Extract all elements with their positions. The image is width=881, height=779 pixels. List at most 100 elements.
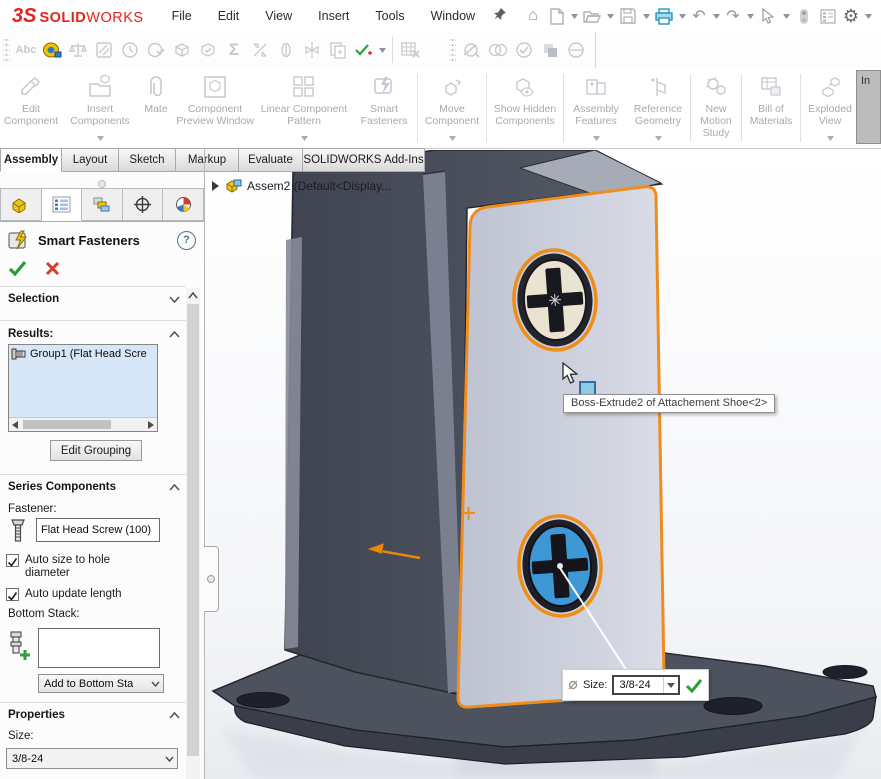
print-icon[interactable] xyxy=(653,4,675,28)
panel-resize-handle[interactable] xyxy=(98,180,106,188)
results-listbox[interactable]: Group1 (Flat Head Scre xyxy=(8,344,158,432)
3dexperience-icon[interactable] xyxy=(793,4,815,28)
tab-displaymanager[interactable] xyxy=(163,188,204,221)
bill-of-materials-button[interactable]: Bill of Materials xyxy=(743,68,799,148)
open-icon[interactable] xyxy=(581,4,603,28)
add-dropdown-chevron-icon[interactable] xyxy=(147,681,163,687)
move-component-button[interactable]: Move Component xyxy=(419,68,485,148)
undo-caret[interactable] xyxy=(711,4,721,28)
tab-markup[interactable]: Markup xyxy=(176,148,239,172)
add-to-bottom-stack-dropdown[interactable]: Add to Bottom Sta xyxy=(38,674,164,693)
help-button[interactable]: ? xyxy=(177,231,196,250)
redo-icon[interactable]: ↷ xyxy=(723,4,743,28)
performance-evaluation-icon[interactable] xyxy=(118,37,142,63)
tab-dimxpertmanager[interactable] xyxy=(123,188,164,221)
assembly-visualization-icon[interactable] xyxy=(564,37,588,63)
geometry-check-icon[interactable] xyxy=(196,37,220,63)
scroll-right-icon[interactable] xyxy=(145,418,157,431)
results-list-item[interactable]: Group1 (Flat Head Scre xyxy=(9,345,157,417)
bottom-stack-listbox[interactable] xyxy=(38,628,160,668)
evaluate-table-icon[interactable] xyxy=(399,37,423,63)
interference-detection-icon[interactable] xyxy=(486,37,510,63)
equations-icon[interactable]: Σ xyxy=(222,37,246,63)
new-document-caret[interactable] xyxy=(569,4,579,28)
base-hole-left[interactable] xyxy=(237,693,289,708)
toolbar-drag-handle-2[interactable] xyxy=(449,37,456,63)
fastener-value-field[interactable]: Flat Head Screw (100) xyxy=(36,518,160,542)
callout-accept-icon[interactable] xyxy=(685,678,703,693)
redo-caret[interactable] xyxy=(745,4,755,28)
results-horizontal-scrollbar[interactable] xyxy=(9,417,157,431)
print-caret[interactable] xyxy=(677,4,687,28)
toolbar-drag-handle[interactable] xyxy=(3,37,10,63)
copy-with-mates-icon[interactable] xyxy=(538,37,562,63)
section-properties-icon[interactable] xyxy=(92,37,116,63)
edit-grouping-button[interactable]: Edit Grouping xyxy=(50,440,142,461)
reference-geometry-caret[interactable] xyxy=(655,128,662,146)
compare-documents-icon[interactable] xyxy=(326,37,350,63)
move-component-caret[interactable] xyxy=(449,128,456,146)
component-preview-window-button[interactable]: Component Preview Window xyxy=(174,68,256,148)
design-checker-caret[interactable] xyxy=(377,38,387,62)
mate-diagnostics-icon[interactable] xyxy=(460,37,484,63)
draft-analysis-icon[interactable] xyxy=(274,37,298,63)
tab-propertymanager[interactable] xyxy=(42,188,83,221)
tab-evaluate[interactable]: Evaluate xyxy=(239,148,303,172)
chevron-up-icon[interactable] xyxy=(169,331,180,338)
options-gear-icon[interactable]: ⚙ xyxy=(841,4,861,28)
feature-tree-flyout[interactable]: Assem2 (Default<Display... xyxy=(211,178,391,193)
panel-scrollbar-thumb[interactable] xyxy=(187,304,199,756)
menu-tools[interactable]: Tools xyxy=(375,9,404,23)
new-motion-study-button[interactable]: New Motion Study xyxy=(692,68,740,148)
smart-fasteners-button[interactable]: Smart Fasteners xyxy=(352,68,416,148)
design-checker-icon[interactable] xyxy=(352,37,376,63)
results-group-header[interactable]: Results: xyxy=(8,328,180,340)
callout-combo-chevron-icon[interactable] xyxy=(663,677,678,693)
task-pane-icon[interactable] xyxy=(817,4,839,28)
home-icon[interactable]: ⌂ xyxy=(523,4,543,28)
chevron-down-icon[interactable] xyxy=(169,296,180,303)
menu-edit[interactable]: Edit xyxy=(218,9,240,23)
symmetry-check-icon[interactable] xyxy=(300,37,324,63)
menu-file[interactable]: File xyxy=(172,9,192,23)
tab-solidworks-add-ins[interactable]: SOLIDWORKS Add-Ins xyxy=(303,148,425,172)
tab-layout[interactable]: Layout xyxy=(62,148,119,172)
new-document-icon[interactable] xyxy=(545,4,567,28)
tab-sketch[interactable]: Sketch xyxy=(119,148,176,172)
undo-icon[interactable]: ↶ xyxy=(689,4,709,28)
menu-window[interactable]: Window xyxy=(431,9,475,23)
deviation-analysis-icon[interactable] xyxy=(248,37,272,63)
graphics-area[interactable]: Assem2 (Default<Display... Boss-Extrude2… xyxy=(205,150,881,779)
series-components-group-header[interactable]: Series Components xyxy=(8,481,180,493)
assembly-features-caret[interactable] xyxy=(593,128,600,146)
results-item-label[interactable]: Group1 (Flat Head Scre xyxy=(30,348,147,360)
chevron-up-icon[interactable] xyxy=(169,712,180,719)
tree-expand-arrow-icon[interactable] xyxy=(211,181,220,191)
callout-size-combobox[interactable]: 3/8-24 xyxy=(612,675,680,695)
tab-assembly[interactable]: Assembly xyxy=(0,148,62,172)
select-caret[interactable] xyxy=(781,4,791,28)
curvature-check-icon[interactable] xyxy=(144,37,168,63)
exploded-view-button[interactable]: Exploded View xyxy=(802,68,858,148)
size-dropdown[interactable]: 3/8-24 xyxy=(6,748,178,769)
linear-component-pattern-button[interactable]: Linear Component Pattern xyxy=(256,68,352,148)
options-caret[interactable] xyxy=(863,4,873,28)
assembly-tree-item[interactable]: Assem2 (Default<Display... xyxy=(247,179,391,193)
size-dropdown-chevron-icon[interactable] xyxy=(161,756,177,762)
assembly-features-button[interactable]: Assembly Features xyxy=(565,68,627,148)
base-hole-far-right[interactable] xyxy=(823,666,867,679)
linear-component-pattern-caret[interactable] xyxy=(301,128,308,146)
chevron-up-icon[interactable] xyxy=(169,484,180,491)
reference-geometry-button[interactable]: Reference Geometry xyxy=(627,68,689,148)
select-cursor-icon[interactable] xyxy=(757,4,779,28)
scrollbar-thumb[interactable] xyxy=(23,420,111,429)
insert-components-button[interactable]: Insert Components xyxy=(62,68,138,148)
save-icon[interactable] xyxy=(617,4,639,28)
scroll-up-icon[interactable] xyxy=(188,292,198,299)
selection-group-header[interactable]: Selection xyxy=(8,293,180,305)
model-3d-view[interactable] xyxy=(205,150,881,779)
ok-button[interactable] xyxy=(8,260,27,276)
scroll-left-icon[interactable] xyxy=(9,418,21,431)
measure-icon[interactable] xyxy=(40,37,64,63)
clearance-verification-icon[interactable] xyxy=(512,37,536,63)
